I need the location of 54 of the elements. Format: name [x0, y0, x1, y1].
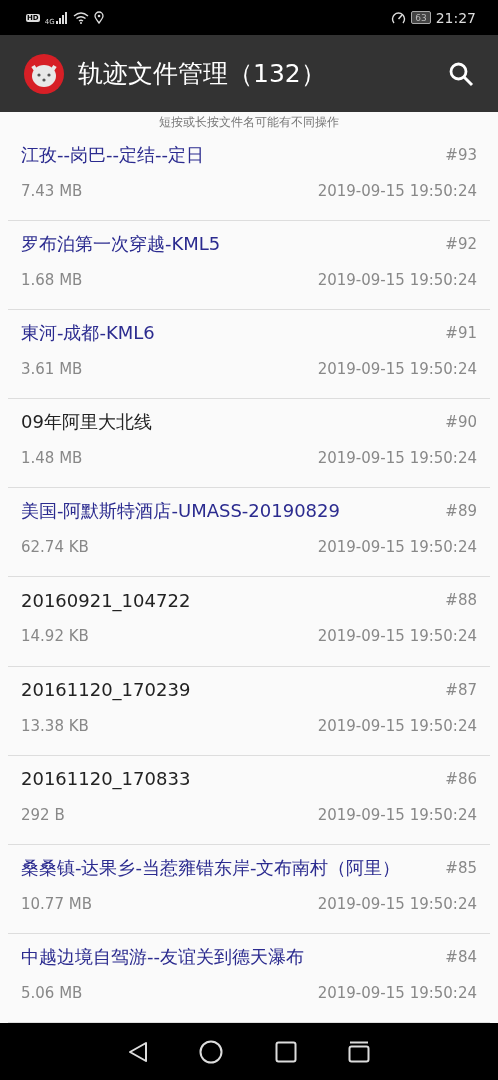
app-logo-icon — [24, 53, 64, 94]
file-number: #84 — [445, 947, 477, 966]
file-date: 2019-09-15 19:50:24 — [317, 449, 477, 468]
file-number: #91 — [445, 324, 477, 343]
file-size: 5.06 MB — [21, 983, 83, 1002]
file-size: 1.48 MB — [21, 449, 83, 468]
file-date: 2019-09-15 19:50:24 — [317, 627, 477, 646]
file-name[interactable]: 桑桑镇-达果乡-当惹雍错东岸-文布南村（阿里） — [21, 855, 401, 880]
signal-icon — [55, 11, 68, 24]
file-size: 14.92 KB — [21, 627, 89, 646]
file-size: 10.77 MB — [21, 894, 92, 913]
hint-text: 短按或长按文件名可能有不同操作 — [159, 115, 339, 129]
location-icon — [93, 11, 104, 24]
file-size: 7.43 MB — [21, 182, 83, 200]
file-size: 292 B — [21, 805, 65, 824]
file-date: 2019-09-15 19:50:24 — [317, 360, 477, 379]
file-size: 1.68 MB — [21, 271, 83, 290]
file-date: 2019-09-15 19:50:24 — [317, 983, 477, 1002]
file-name[interactable]: 美国-阿默斯特酒店-UMASS-20190829 — [21, 499, 340, 524]
file-size: 62.74 KB — [21, 538, 89, 557]
file-date: 2019-09-15 19:50:24 — [317, 538, 477, 557]
battery-indicator: 63 — [411, 11, 431, 24]
speedometer-icon — [391, 10, 407, 25]
file-name[interactable]: 09年阿里大北线 — [21, 410, 152, 435]
file-date: 2019-09-15 19:50:24 — [317, 805, 477, 824]
home-icon — [199, 1039, 224, 1064]
wifi-icon — [72, 11, 89, 24]
file-number: #86 — [445, 769, 477, 788]
file-name[interactable]: 罗布泊第一次穿越-KML5 — [21, 232, 221, 257]
file-name[interactable]: 20161120_170833 — [21, 768, 191, 790]
file-number: #90 — [445, 413, 477, 432]
file-name[interactable]: 20160921_104722 — [21, 589, 191, 611]
file-number: #87 — [445, 680, 477, 699]
clock-time: 21:27 — [435, 9, 476, 26]
file-date: 2019-09-15 19:50:24 — [317, 271, 477, 290]
file-name[interactable]: 中越边境自驾游--友谊关到德天瀑布 — [21, 944, 304, 969]
panel-icon — [348, 1040, 371, 1063]
file-size: 13.38 KB — [21, 716, 89, 735]
back-icon — [127, 1040, 148, 1063]
file-number: #88 — [445, 591, 477, 610]
file-name[interactable]: 江孜--岗巴--定结--定日 — [21, 143, 204, 167]
file-number: #89 — [445, 502, 477, 521]
file-name[interactable]: 東河-成都-KML6 — [21, 321, 155, 346]
file-number: #92 — [445, 235, 477, 254]
screen-title: 轨迹文件管理（132） — [78, 58, 327, 90]
file-size: 3.61 MB — [21, 360, 83, 379]
file-name[interactable]: 20161120_170239 — [21, 679, 191, 701]
file-number: #85 — [445, 858, 477, 877]
search-icon — [448, 60, 474, 87]
file-date: 2019-09-15 19:50:24 — [317, 182, 477, 200]
file-date: 2019-09-15 19:50:24 — [317, 716, 477, 735]
file-date: 2019-09-15 19:50:24 — [317, 894, 477, 913]
recents-icon — [274, 1040, 297, 1063]
file-number: #93 — [445, 146, 477, 164]
